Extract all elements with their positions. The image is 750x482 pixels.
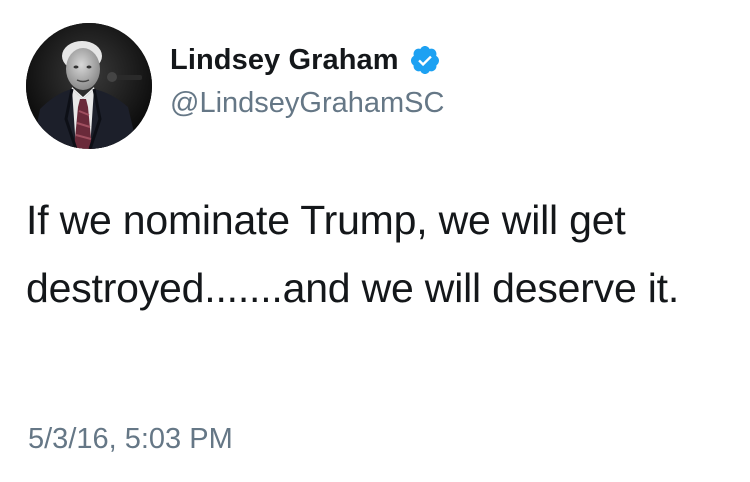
- avatar-photo-icon: [26, 23, 152, 149]
- verified-badge-icon: [409, 44, 441, 76]
- tweet-text: If we nominate Trump, we will get destro…: [26, 197, 680, 311]
- tweet-card: Lindsey Graham @LindseyGrahamSC If we no…: [0, 0, 750, 482]
- author-name-row[interactable]: Lindsey Graham: [170, 42, 441, 78]
- author-display-name[interactable]: Lindsey Graham: [170, 44, 399, 77]
- tweet-timestamp[interactable]: 5/3/16, 5:03 PM: [28, 423, 233, 456]
- author-handle[interactable]: @LindseyGrahamSC: [170, 87, 444, 120]
- avatar[interactable]: [26, 23, 152, 149]
